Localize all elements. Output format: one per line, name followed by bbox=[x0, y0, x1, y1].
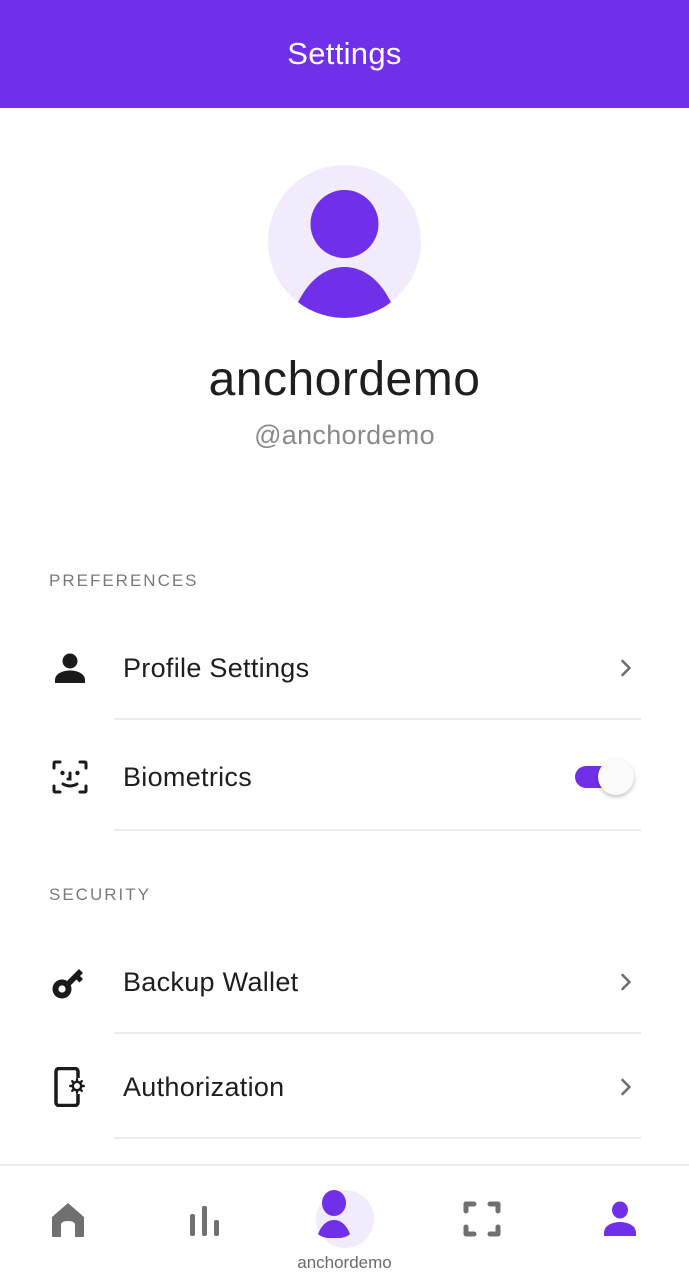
nav-account[interactable] bbox=[316, 1190, 374, 1248]
person-icon bbox=[604, 1201, 636, 1236]
page-title: Settings bbox=[287, 36, 402, 71]
settings-row-profile-settings[interactable]: Profile Settings bbox=[0, 616, 689, 720]
divider bbox=[114, 829, 641, 831]
user-avatar-icon bbox=[294, 190, 395, 318]
settings-row-backup-wallet[interactable]: Backup Wallet bbox=[0, 930, 689, 1034]
section-label-preferences: PREFERENCES bbox=[49, 571, 199, 590]
phone-settings-icon bbox=[50, 1067, 90, 1107]
row-label: Biometrics bbox=[123, 761, 253, 792]
app-header: Settings bbox=[0, 0, 689, 108]
section-label-security: SECURITY bbox=[49, 885, 151, 904]
scan-icon bbox=[463, 1201, 501, 1237]
chevron-right-icon bbox=[614, 1075, 638, 1099]
biometrics-toggle[interactable] bbox=[573, 757, 637, 797]
divider bbox=[114, 1032, 641, 1034]
profile-avatar[interactable] bbox=[268, 165, 421, 318]
row-label: Backup Wallet bbox=[123, 966, 299, 997]
settings-row-authorization[interactable]: Authorization bbox=[0, 1035, 689, 1139]
bottom-navigation: anchordemo bbox=[0, 1164, 689, 1280]
user-handle: @anchordemo bbox=[254, 420, 435, 450]
toggle-thumb bbox=[598, 759, 634, 795]
row-label: Profile Settings bbox=[123, 652, 310, 683]
person-icon bbox=[50, 648, 90, 688]
key-icon bbox=[50, 962, 90, 1002]
avatar-icon bbox=[318, 1190, 350, 1239]
nav-settings[interactable] bbox=[580, 1166, 660, 1280]
settings-row-biometrics[interactable]: Biometrics bbox=[0, 725, 689, 829]
row-label: Authorization bbox=[123, 1071, 285, 1102]
divider bbox=[114, 718, 641, 720]
face-id-icon bbox=[50, 757, 90, 797]
chevron-right-icon bbox=[614, 656, 638, 680]
home-icon bbox=[52, 1203, 84, 1237]
display-name: anchordemo bbox=[208, 353, 481, 406]
nav-scan[interactable] bbox=[442, 1166, 522, 1280]
chevron-right-icon bbox=[614, 970, 638, 994]
divider bbox=[114, 1137, 641, 1139]
bar-chart-icon bbox=[190, 1206, 219, 1236]
